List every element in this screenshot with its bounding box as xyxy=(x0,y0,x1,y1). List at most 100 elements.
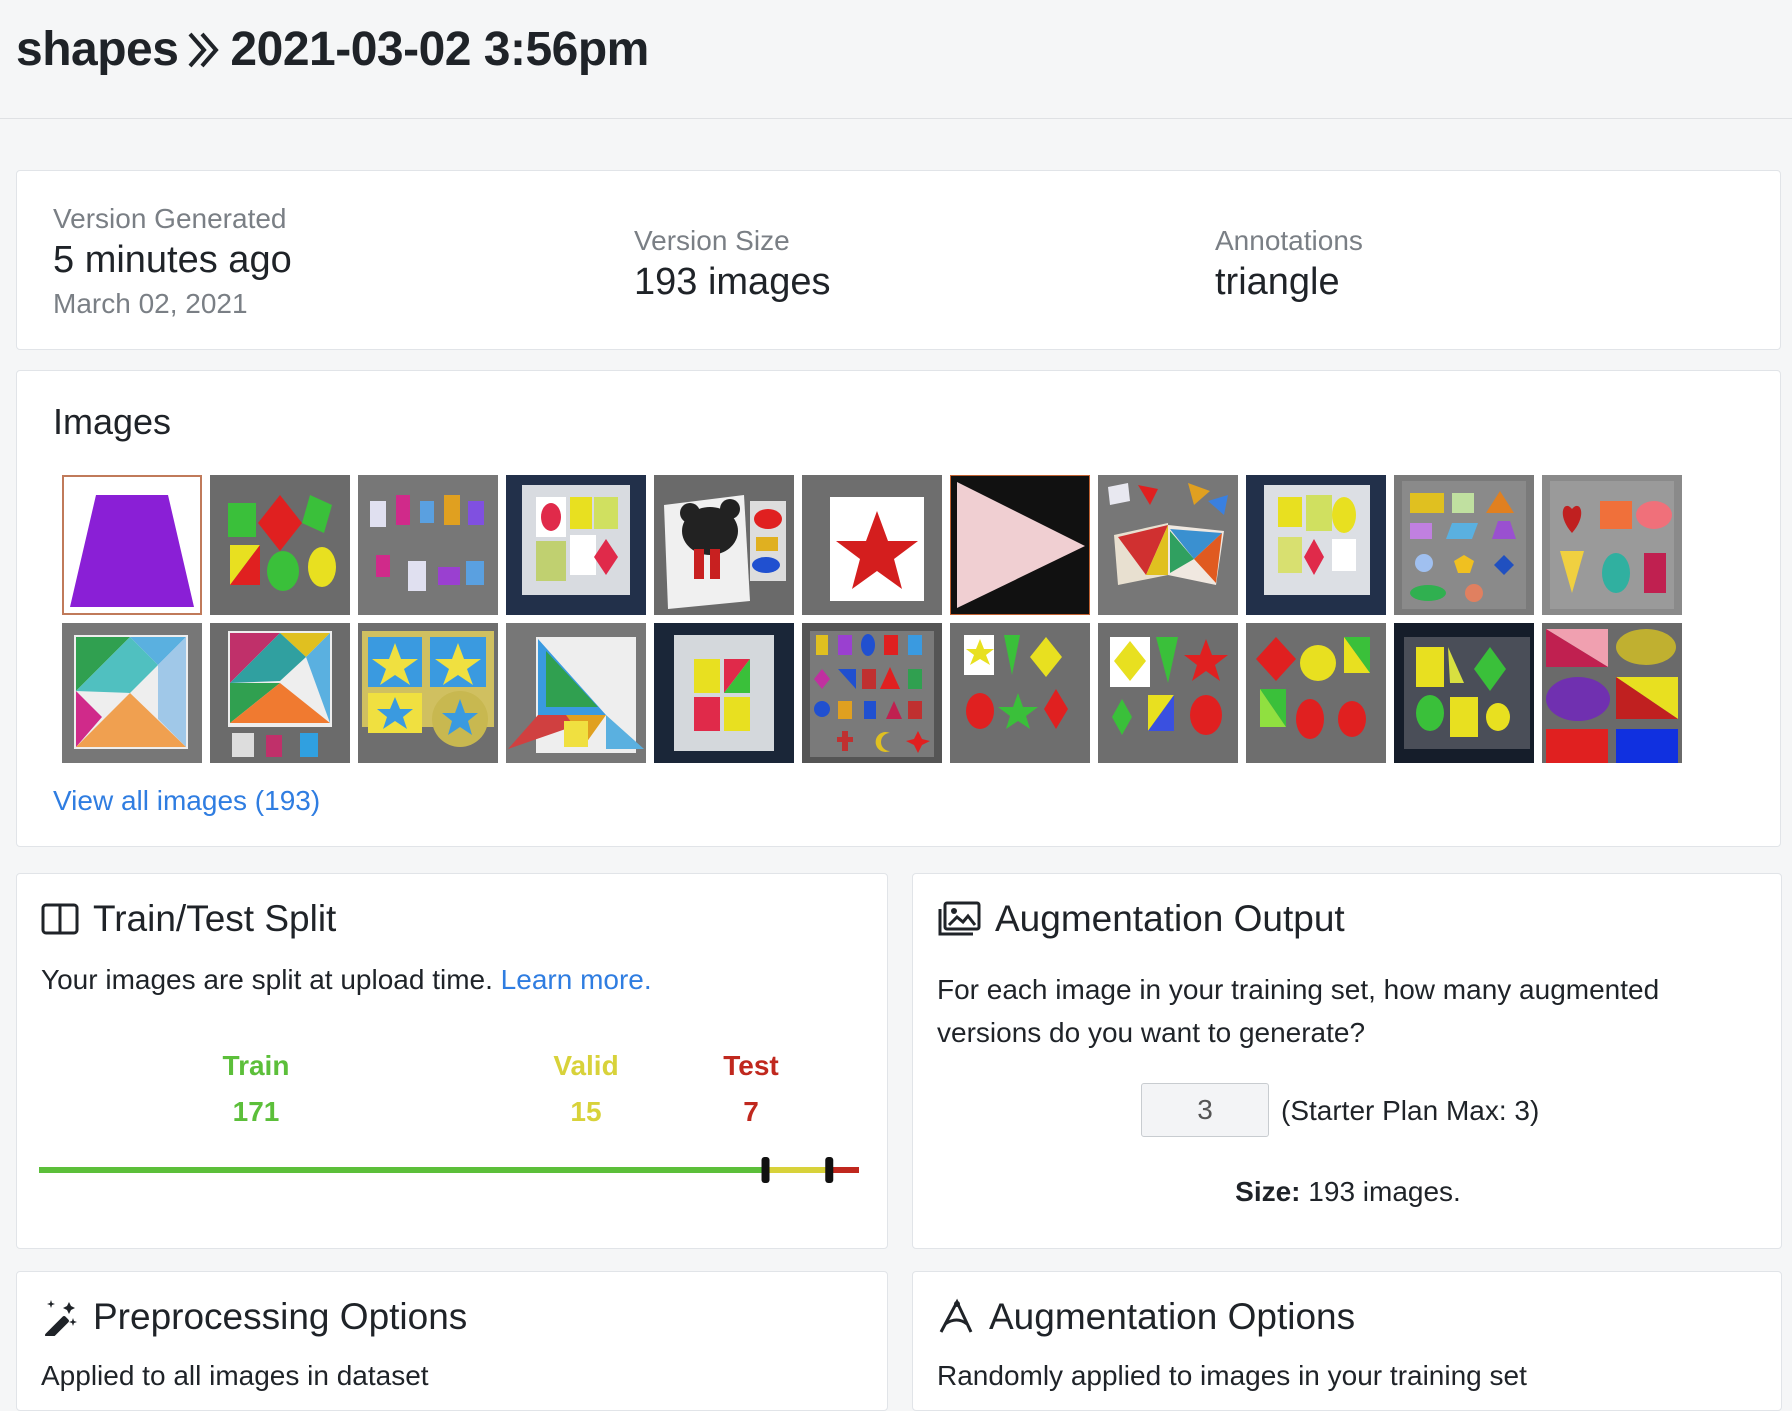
image-thumbnail[interactable] xyxy=(506,475,646,615)
compass-drawing-icon xyxy=(939,1298,973,1333)
bear-box-image xyxy=(664,495,786,609)
train-segment xyxy=(39,1167,766,1173)
double-chevron-right-icon xyxy=(188,32,220,67)
preprocessing-options-card: Preprocessing Options Applied to all ima… xyxy=(16,1271,888,1411)
valid-value: 15 xyxy=(570,1096,602,1127)
image-thumbnail[interactable] xyxy=(506,623,646,763)
version-generated-label: Version Generated xyxy=(53,203,287,234)
augmentation-output-description: For each image in your training set, how… xyxy=(937,974,1660,1048)
columns-icon xyxy=(41,903,79,935)
breadcrumb-project[interactable]: shapes xyxy=(16,22,179,77)
image-thumbnail[interactable] xyxy=(1246,623,1386,763)
tangram-puzzle-image xyxy=(1108,483,1228,585)
image-thumbnail[interactable] xyxy=(654,623,794,763)
monitor-shapes-image xyxy=(1264,485,1370,595)
valid-test-handle[interactable] xyxy=(825,1157,834,1183)
augmentation-count-input[interactable]: 3 xyxy=(1141,1083,1269,1137)
train-label: Train xyxy=(222,1050,290,1081)
preprocessing-title-text: Preprocessing Options xyxy=(93,1296,468,1337)
annotations: Annotations triangle xyxy=(1215,225,1363,304)
split-slider[interactable] xyxy=(39,1154,869,1194)
version-size-value: 193 images xyxy=(634,261,831,303)
version-size-label: Version Size xyxy=(634,225,790,256)
train-value: 171 xyxy=(232,1096,280,1127)
shapes-image xyxy=(228,495,336,591)
augmentation-output-title: Augmentation Output xyxy=(937,898,1345,940)
image-thumbnail[interactable] xyxy=(950,623,1090,763)
split-title-text: Train/Test Split xyxy=(93,898,337,939)
version-size: Version Size 193 images xyxy=(634,225,830,304)
trapezoid-image xyxy=(70,495,194,607)
augmentation-options-description: Randomly applied to images in your train… xyxy=(937,1360,1527,1391)
tangram-square-image xyxy=(228,631,332,757)
learn-more-link[interactable]: Learn more. xyxy=(501,964,652,995)
image-thumbnail[interactable] xyxy=(210,475,350,615)
view-all-images-link[interactable]: View all images (193) xyxy=(53,785,320,817)
monitor-shapes-image xyxy=(1404,637,1530,749)
monitor-shapes-image xyxy=(674,635,774,751)
split-description: Your images are split at upload time. Le… xyxy=(41,958,652,1001)
split-title: Train/Test Split xyxy=(41,898,336,940)
version-generated-date: March 02, 2021 xyxy=(53,288,248,319)
split-desc-text: Your images are split at upload time. xyxy=(41,964,493,995)
test-value: 7 xyxy=(743,1096,759,1127)
version-generated: Version Generated 5 minutes ago March 02… xyxy=(53,203,292,320)
augmentation-size: Size: 193 images. xyxy=(913,1170,1783,1213)
image-thumbnail[interactable] xyxy=(1542,623,1682,763)
images-title: Images xyxy=(53,401,172,442)
valid-label: Valid xyxy=(553,1050,619,1081)
image-thumbnail[interactable] xyxy=(62,623,202,763)
test-label: Test xyxy=(723,1050,779,1081)
image-thumbnail[interactable] xyxy=(654,475,794,615)
image-thumbnail[interactable] xyxy=(802,623,942,763)
image-thumbnail[interactable] xyxy=(1394,623,1534,763)
augmentation-size-value: 193 images. xyxy=(1308,1176,1461,1207)
shapes-image xyxy=(1256,637,1370,739)
annotations-label: Annotations xyxy=(1215,225,1363,256)
tangram-figure-image xyxy=(508,637,644,753)
monitor-shapes-image xyxy=(522,485,630,595)
preprocessing-title: Preprocessing Options xyxy=(41,1296,467,1338)
pink-triangle-image xyxy=(957,482,1085,608)
image-thumbnail[interactable] xyxy=(1246,475,1386,615)
shape-cards-image xyxy=(810,631,934,757)
image-thumbnail[interactable] xyxy=(950,475,1090,615)
image-thumbnail[interactable] xyxy=(1098,623,1238,763)
preprocessing-description: Applied to all images in dataset xyxy=(41,1360,429,1391)
annotations-value: triangle xyxy=(1215,261,1340,303)
images-card: Images View all images (193) xyxy=(16,370,1781,847)
valid-count: Valid 15 xyxy=(541,1050,631,1128)
breadcrumb-version: 2021-03-02 3:56pm xyxy=(230,23,649,76)
train-count: Train 171 xyxy=(211,1050,301,1128)
test-segment xyxy=(829,1167,859,1173)
augmentation-options-title: Augmentation Options xyxy=(937,1296,1355,1338)
starter-plan-max-note: (Starter Plan Max: 3) xyxy=(1281,1095,1540,1126)
image-thumbnail[interactable] xyxy=(358,475,498,615)
augmentation-size-label: Size: xyxy=(1235,1176,1301,1207)
shapes-image xyxy=(1546,629,1678,763)
augmentation-options-card: Augmentation Options Randomly applied to… xyxy=(912,1271,1782,1411)
shapes-chart-image xyxy=(1402,481,1526,609)
images-icon xyxy=(938,901,981,936)
image-thumbnail[interactable] xyxy=(802,475,942,615)
valid-segment xyxy=(765,1167,830,1173)
version-summary-card: Version Generated 5 minutes ago March 02… xyxy=(16,170,1781,350)
tangram-pieces-image xyxy=(370,495,484,591)
image-thumbnail[interactable] xyxy=(1542,475,1682,615)
header-bar: shapes 2021-03-02 3:56pm xyxy=(0,0,1792,119)
tangram-square-image xyxy=(74,635,188,749)
image-thumbnail[interactable] xyxy=(1098,475,1238,615)
train-valid-handle[interactable] xyxy=(761,1157,770,1183)
image-thumbnail[interactable] xyxy=(62,475,202,615)
train-test-split-card: Train/Test Split Your images are split a… xyxy=(16,873,888,1249)
shapes-image xyxy=(1110,637,1228,735)
augmentation-output-card: Augmentation Output For each image in yo… xyxy=(912,873,1782,1249)
shapes-image xyxy=(964,635,1068,729)
image-thumbnail[interactable] xyxy=(1394,475,1534,615)
image-thumbnail[interactable] xyxy=(358,623,498,763)
magic-wand-icon xyxy=(45,1300,77,1336)
image-thumbnail[interactable] xyxy=(210,623,350,763)
test-count: Test 7 xyxy=(711,1050,791,1128)
shapes-chart-image xyxy=(1550,481,1674,609)
breadcrumb: shapes 2021-03-02 3:56pm xyxy=(16,22,649,77)
